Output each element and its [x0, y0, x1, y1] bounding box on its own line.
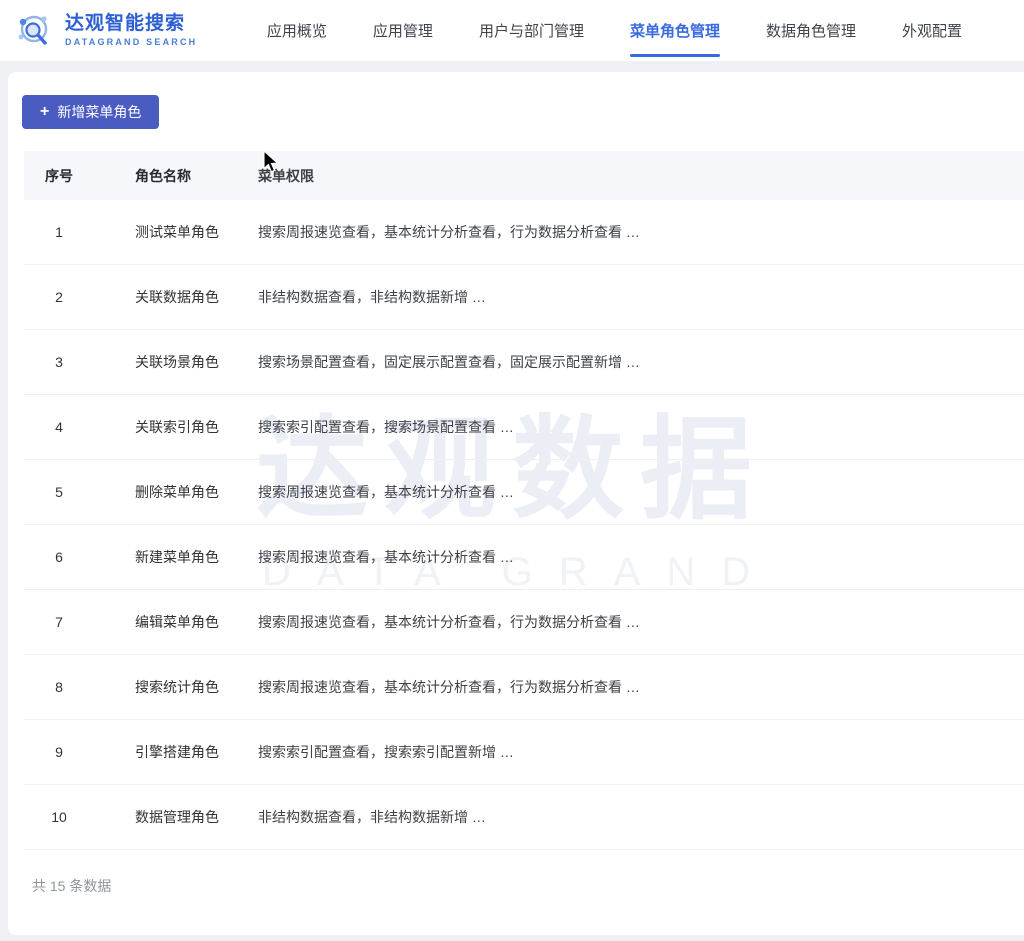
row-role-name: 删除菜单角色 — [135, 482, 258, 502]
row-role-name: 关联场景角色 — [135, 352, 258, 372]
row-role-name: 编辑菜单角色 — [135, 612, 258, 632]
row-permissions: 搜索周报速览查看，基本统计分析查看 … — [258, 482, 1024, 502]
table-header-row: 序号 角色名称 菜单权限 — [24, 151, 1024, 200]
row-index: 8 — [24, 679, 135, 695]
table-row[interactable]: 4 关联索引角色 搜索索引配置查看，搜索场景配置查看 … — [24, 395, 1024, 460]
row-index: 1 — [24, 224, 135, 240]
tab-menu-role-management[interactable]: 菜单角色管理 — [630, 0, 720, 61]
row-index: 4 — [24, 419, 135, 435]
row-index: 5 — [24, 484, 135, 500]
row-permissions: 搜索周报速览查看，基本统计分析查看，行为数据分析查看 … — [258, 222, 1024, 242]
row-permissions: 搜索周报速览查看，基本统计分析查看，行为数据分析查看 … — [258, 612, 1024, 632]
row-permissions: 搜索场景配置查看，固定展示配置查看，固定展示配置新增 … — [258, 352, 1024, 372]
row-role-name: 关联索引角色 — [135, 417, 258, 437]
tab-appearance-config[interactable]: 外观配置 — [902, 0, 962, 61]
add-menu-role-button-label: 新增菜单角色 — [57, 102, 141, 122]
table-row[interactable]: 8 搜索统计角色 搜索周报速览查看，基本统计分析查看，行为数据分析查看 … — [24, 655, 1024, 720]
row-role-name: 新建菜单角色 — [135, 547, 258, 567]
row-permissions: 搜索周报速览查看，基本统计分析查看，行为数据分析查看 … — [258, 677, 1024, 697]
column-header-menu-permissions: 菜单权限 — [258, 166, 1024, 186]
row-permissions: 非结构数据查看，非结构数据新增 … — [258, 287, 1024, 307]
nav-tabs: 应用概览 应用管理 用户与部门管理 菜单角色管理 数据角色管理 外观配置 — [267, 0, 1024, 61]
row-role-name: 测试菜单角色 — [135, 222, 258, 242]
row-index: 9 — [24, 744, 135, 760]
top-nav: 达观智能搜索 DATAGRAND SEARCH 应用概览 应用管理 用户与部门管… — [0, 0, 1024, 62]
row-permissions: 搜索周报速览查看，基本统计分析查看 … — [258, 547, 1024, 567]
table-row[interactable]: 10 数据管理角色 非结构数据查看，非结构数据新增 … — [24, 785, 1024, 850]
table-row[interactable]: 5 删除菜单角色 搜索周报速览查看，基本统计分析查看 … — [24, 460, 1024, 525]
table-row[interactable]: 6 新建菜单角色 搜索周报速览查看，基本统计分析查看 … — [24, 525, 1024, 590]
plus-icon: + — [40, 104, 49, 120]
logo-icon — [14, 10, 56, 52]
brand-title: 达观智能搜索 — [65, 13, 197, 35]
row-role-name: 引擎搭建角色 — [135, 742, 258, 762]
row-permissions: 搜索索引配置查看，搜索场景配置查看 … — [258, 417, 1024, 437]
row-index: 3 — [24, 354, 135, 370]
row-role-name: 数据管理角色 — [135, 807, 258, 827]
row-permissions: 搜索索引配置查看，搜索索引配置新增 … — [258, 742, 1024, 762]
table-total-count: 共 15 条数据 — [24, 850, 1024, 896]
menu-role-table: 序号 角色名称 菜单权限 1 测试菜单角色 搜索周报速览查看，基本统计分析查看，… — [24, 151, 1024, 896]
tab-data-role-management[interactable]: 数据角色管理 — [766, 0, 856, 61]
tab-user-department-management[interactable]: 用户与部门管理 — [479, 0, 584, 61]
table-row[interactable]: 3 关联场景角色 搜索场景配置查看，固定展示配置查看，固定展示配置新增 … — [24, 330, 1024, 395]
table-row[interactable]: 1 测试菜单角色 搜索周报速览查看，基本统计分析查看，行为数据分析查看 … — [24, 200, 1024, 265]
table-row[interactable]: 7 编辑菜单角色 搜索周报速览查看，基本统计分析查看，行为数据分析查看 … — [24, 590, 1024, 655]
content-card: 达观数据 DATA GRAND + 新增菜单角色 序号 角色名称 菜单权限 1 … — [8, 72, 1024, 935]
column-header-index: 序号 — [24, 166, 135, 186]
row-index: 2 — [24, 289, 135, 305]
row-role-name: 搜索统计角色 — [135, 677, 258, 697]
tab-app-overview[interactable]: 应用概览 — [267, 0, 327, 61]
row-role-name: 关联数据角色 — [135, 287, 258, 307]
brand-subtitle: DATAGRAND SEARCH — [65, 37, 197, 47]
row-permissions: 非结构数据查看，非结构数据新增 … — [258, 807, 1024, 827]
row-index: 10 — [24, 809, 135, 825]
tab-app-management[interactable]: 应用管理 — [373, 0, 433, 61]
row-index: 6 — [24, 549, 135, 565]
brand-logo[interactable]: 达观智能搜索 DATAGRAND SEARCH — [14, 10, 197, 52]
add-menu-role-button[interactable]: + 新增菜单角色 — [22, 95, 159, 129]
table-row[interactable]: 9 引擎搭建角色 搜索索引配置查看，搜索索引配置新增 … — [24, 720, 1024, 785]
table-row[interactable]: 2 关联数据角色 非结构数据查看，非结构数据新增 … — [24, 265, 1024, 330]
row-index: 7 — [24, 614, 135, 630]
column-header-role-name: 角色名称 — [135, 166, 258, 186]
